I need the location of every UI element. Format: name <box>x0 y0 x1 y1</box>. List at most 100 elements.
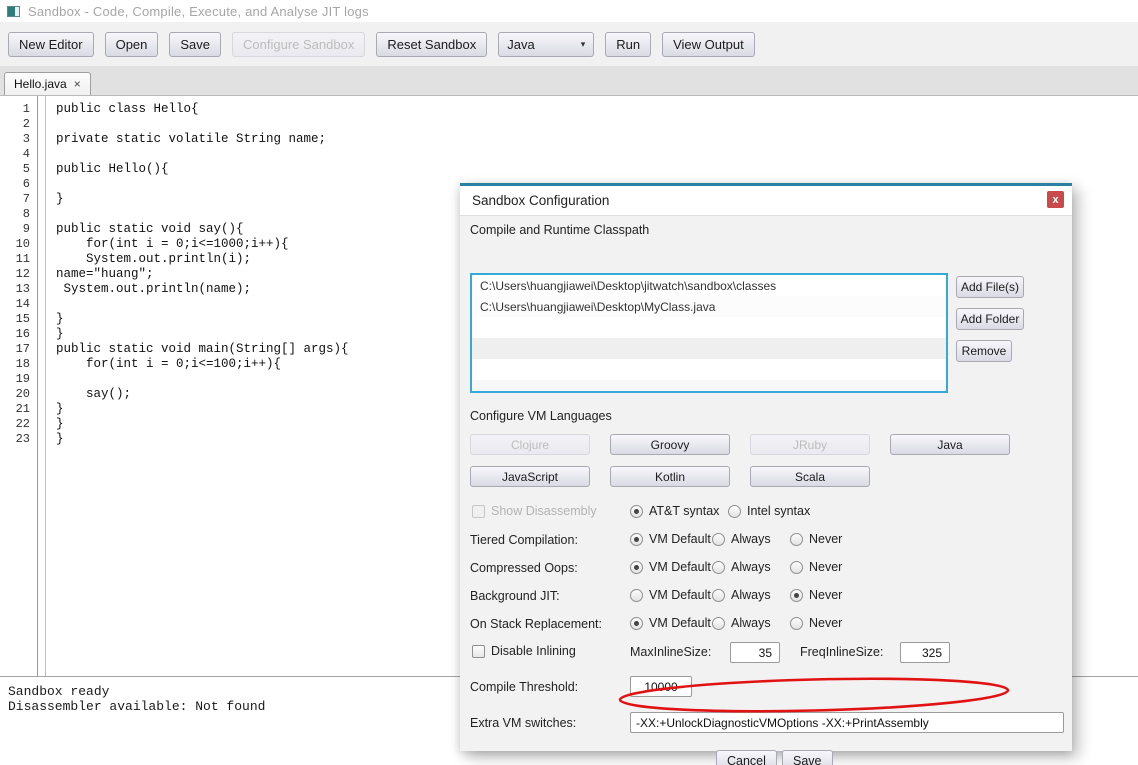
lang-jruby-button[interactable]: JRuby <box>750 434 870 455</box>
option-label: Never <box>809 616 843 630</box>
on-stack-replacement-row: On Stack Replacement: VM Default Always … <box>460 616 1072 634</box>
freq-inline-size-field[interactable] <box>900 642 950 663</box>
option-label: VM Default <box>649 560 711 574</box>
lang-scala-button[interactable]: Scala <box>750 466 870 487</box>
dialog-close-button[interactable]: x <box>1047 191 1064 208</box>
radio-oops-always[interactable]: Always <box>712 560 771 574</box>
tab-hello-java[interactable]: Hello.java × <box>4 72 91 95</box>
radio-intel-syntax[interactable]: Intel syntax <box>728 504 810 518</box>
radio-icon[interactable] <box>790 532 803 546</box>
radio-icon[interactable] <box>790 616 803 630</box>
reset-sandbox-button[interactable]: Reset Sandbox <box>376 31 488 57</box>
radio-icon[interactable] <box>790 588 803 602</box>
option-label: VM Default <box>649 616 711 630</box>
radio-icon[interactable] <box>630 588 643 602</box>
dropdown-arrow-icon: ▾ <box>580 38 586 49</box>
radio-icon[interactable] <box>712 616 725 630</box>
radio-oops-never[interactable]: Never <box>790 560 842 574</box>
extra-vm-switches-row: Extra VM switches: <box>460 712 1072 733</box>
save-button[interactable]: Save <box>169 31 222 57</box>
freq-inline-size-label: FreqInlineSize: <box>800 645 884 659</box>
add-folder-button[interactable]: Add Folder <box>956 308 1024 330</box>
tiered-compilation-row: Tiered Compilation: VM Default Always Ne… <box>460 532 1072 550</box>
radio-tiered-always[interactable]: Always <box>712 532 771 546</box>
background-jit-row: Background JIT: VM Default Always Never <box>460 588 1072 606</box>
language-dropdown[interactable]: Java ▾ <box>498 31 595 57</box>
vm-languages-label: Configure VM Languages <box>470 409 612 423</box>
radio-att-syntax[interactable]: AT&T syntax <box>630 504 719 518</box>
gutter-divider <box>38 96 46 676</box>
remove-button[interactable]: Remove <box>956 340 1012 362</box>
radio-icon[interactable] <box>630 532 643 546</box>
classpath-item[interactable]: C:\Users\huangjiawei\Desktop\jitwatch\sa… <box>472 275 946 296</box>
dialog-header: Sandbox Configuration x <box>460 186 1072 216</box>
radio-icon[interactable] <box>712 560 725 574</box>
dialog-title: Sandbox Configuration <box>472 193 610 208</box>
new-editor-button[interactable]: New Editor <box>8 31 94 57</box>
cancel-button[interactable]: Cancel <box>716 750 777 765</box>
classpath-empty-row <box>472 359 946 380</box>
toolbar: New Editor Open Save Configure Sandbox R… <box>0 22 1138 66</box>
lang-javascript-button[interactable]: JavaScript <box>470 466 590 487</box>
option-label: Always <box>731 532 771 546</box>
view-output-button[interactable]: View Output <box>662 31 755 57</box>
classpath-empty-row <box>472 338 946 359</box>
radio-icon[interactable] <box>790 560 803 574</box>
lang-java-button[interactable]: Java <box>890 434 1010 455</box>
classpath-label: Compile and Runtime Classpath <box>470 223 650 237</box>
disassembly-row: Show Disassembly AT&T syntax Intel synta… <box>460 504 1072 522</box>
add-files-button[interactable]: Add File(s) <box>956 276 1024 298</box>
run-button[interactable]: Run <box>605 31 652 57</box>
radio-osr-always[interactable]: Always <box>712 616 771 630</box>
radio-tiered-vm-default[interactable]: VM Default <box>630 532 711 546</box>
lang-groovy-button[interactable]: Groovy <box>610 434 730 455</box>
disable-inlining-checkbox[interactable]: Disable Inlining <box>472 644 576 658</box>
line-number-gutter: 1 2 3 4 5 6 7 8 9 10 11 12 13 14 15 16 1… <box>0 96 38 676</box>
tiered-compilation-label: Tiered Compilation: <box>470 533 578 547</box>
save-dialog-button[interactable]: Save <box>782 750 833 765</box>
background-jit-label: Background JIT: <box>470 589 560 603</box>
option-label: VM Default <box>649 532 711 546</box>
radio-bgjit-always[interactable]: Always <box>712 588 771 602</box>
show-disassembly-label: Show Disassembly <box>491 504 597 518</box>
intel-syntax-label: Intel syntax <box>747 504 811 518</box>
radio-bgjit-vm-default[interactable]: VM Default <box>630 588 711 602</box>
lang-kotlin-button[interactable]: Kotlin <box>610 466 730 487</box>
radio-icon[interactable] <box>712 532 725 546</box>
compile-threshold-row: Compile Threshold: <box>460 676 1072 697</box>
radio-tiered-never[interactable]: Never <box>790 532 842 546</box>
radio-icon[interactable] <box>712 588 725 602</box>
radio-icon[interactable] <box>630 560 643 574</box>
extra-vm-switches-label: Extra VM switches: <box>470 716 577 730</box>
compressed-oops-row: Compressed Oops: VM Default Always Never <box>460 560 1072 578</box>
radio-icon[interactable] <box>728 504 741 518</box>
checkbox-icon[interactable] <box>472 504 485 518</box>
classpath-empty-row <box>472 317 946 338</box>
max-inline-size-label: MaxInlineSize: <box>630 645 712 659</box>
radio-osr-never[interactable]: Never <box>790 616 842 630</box>
radio-icon[interactable] <box>630 504 643 518</box>
compressed-oops-label: Compressed Oops: <box>470 561 578 575</box>
checkbox-icon[interactable] <box>472 644 485 658</box>
classpath-item[interactable]: C:\Users\huangjiawei\Desktop\MyClass.jav… <box>472 296 946 317</box>
extra-vm-switches-field[interactable] <box>630 712 1064 733</box>
classpath-list[interactable]: C:\Users\huangjiawei\Desktop\jitwatch\sa… <box>470 273 948 393</box>
configure-sandbox-button[interactable]: Configure Sandbox <box>232 31 366 57</box>
classpath-empty-row <box>472 380 946 391</box>
max-inline-size-field[interactable] <box>730 642 780 663</box>
tab-label: Hello.java <box>14 77 67 91</box>
lang-clojure-button[interactable]: Clojure <box>470 434 590 455</box>
radio-oops-vm-default[interactable]: VM Default <box>630 560 711 574</box>
radio-osr-vm-default[interactable]: VM Default <box>630 616 711 630</box>
dialog-body: Compile and Runtime Classpath C:\Users\h… <box>460 216 1072 765</box>
option-label: Always <box>731 588 771 602</box>
option-label: Never <box>809 588 843 602</box>
open-button[interactable]: Open <box>104 31 159 57</box>
compile-threshold-field[interactable] <box>630 676 692 697</box>
radio-bgjit-never[interactable]: Never <box>790 588 842 602</box>
tab-strip: Hello.java × <box>0 66 1138 96</box>
tab-close-icon[interactable]: × <box>74 77 81 91</box>
option-label: Always <box>731 560 771 574</box>
radio-icon[interactable] <box>630 616 643 630</box>
show-disassembly-checkbox[interactable]: Show Disassembly <box>472 504 597 518</box>
